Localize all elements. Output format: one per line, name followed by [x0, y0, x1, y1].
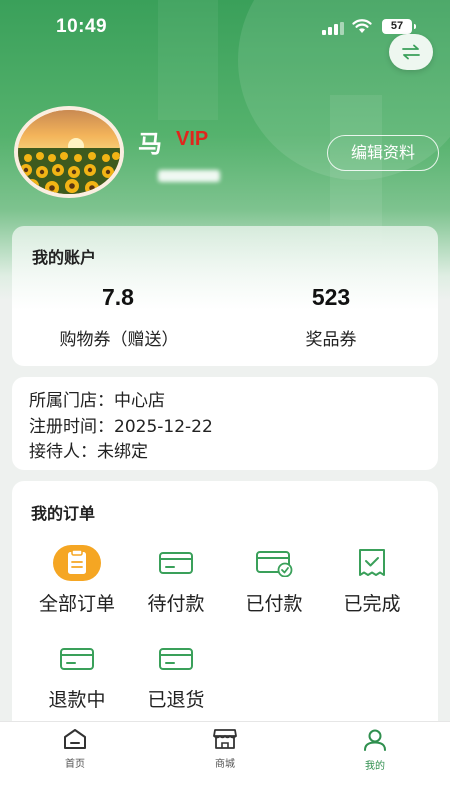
order-pending-payment-label: 待付款 — [147, 593, 205, 615]
order-returned-label: 已退货 — [147, 689, 205, 711]
orders-title: 我的订单 — [31, 504, 96, 523]
store-value: 中心店 — [114, 391, 165, 411]
tab-store-label: 商城 — [215, 759, 235, 770]
card-icon — [60, 648, 94, 670]
wifi-icon — [352, 18, 372, 38]
card-icon — [159, 552, 193, 574]
shopping-coupon-value[interactable]: 7.8 — [58, 284, 178, 311]
sunflower-field-photo — [18, 110, 120, 194]
swap-arrows-icon — [402, 44, 420, 60]
store-label: 所属门店： — [29, 391, 114, 411]
edit-profile-button[interactable]: 编辑资料 — [327, 135, 439, 171]
user-name: 马 — [138, 130, 162, 158]
register-time-value: 2025-12-22 — [114, 417, 213, 437]
host-row: 接待人：未绑定 — [29, 437, 148, 462]
order-paid-label: 已付款 — [245, 593, 303, 615]
order-all[interactable]: 全部订单 — [29, 545, 125, 616]
order-pending-payment[interactable]: 待付款 — [128, 545, 224, 616]
prize-coupon-label: 奖品券 — [305, 330, 357, 350]
account-title: 我的账户 — [32, 248, 97, 267]
masked-user-id — [158, 170, 220, 182]
order-returned[interactable]: 已退货 — [128, 641, 224, 712]
member-info-card: 所属门店：中心店 注册时间：2025-12-22 接待人：未绑定 — [12, 377, 438, 470]
switch-account-button[interactable] — [389, 34, 433, 70]
store-row: 所属门店：中心店 — [29, 386, 165, 411]
order-paid[interactable]: 已付款 — [226, 545, 322, 616]
tab-store[interactable]: 商城 — [185, 728, 265, 770]
user-icon — [364, 729, 386, 751]
register-time-row: 注册时间：2025-12-22 — [29, 412, 213, 437]
status-bar: 10:49 57 — [0, 0, 450, 52]
status-time: 10:49 — [56, 16, 108, 37]
vip-badge: VIP — [176, 128, 209, 150]
clipboard-icon — [53, 545, 101, 581]
shopping-coupon-label: 购物券（赠送） — [59, 330, 179, 350]
battery-indicator: 57 — [382, 19, 416, 34]
order-completed[interactable]: 已完成 — [324, 545, 420, 616]
host-label: 接待人： — [29, 442, 97, 462]
tab-home-label: 首页 — [65, 759, 85, 770]
card-check-icon — [256, 551, 293, 577]
bottom-tab-bar: 首页 商城 我的 — [0, 721, 450, 800]
store-icon — [213, 729, 237, 749]
tab-home[interactable]: 首页 — [35, 728, 115, 770]
host-value: 未绑定 — [97, 442, 148, 462]
tab-mine[interactable]: 我的 — [335, 728, 415, 772]
tab-mine-label: 我的 — [365, 761, 385, 772]
prize-coupon-value[interactable]: 523 — [271, 284, 391, 311]
register-time-label: 注册时间： — [29, 417, 114, 437]
home-icon — [64, 729, 86, 749]
receipt-check-icon — [359, 549, 385, 576]
order-all-label: 全部订单 — [38, 593, 115, 615]
order-completed-label: 已完成 — [343, 593, 401, 615]
order-refunding[interactable]: 退款中 — [29, 641, 125, 712]
account-card: 我的账户 7.8 购物券（赠送） 523 奖品券 — [12, 226, 438, 366]
orders-card: 我的订单 全部订单 待付款 已付款 已完成 退款中 已退货 — [12, 481, 438, 741]
order-refunding-label: 退款中 — [48, 689, 106, 711]
signal-icon — [322, 20, 344, 39]
card-icon — [159, 648, 193, 670]
avatar[interactable] — [14, 106, 124, 198]
